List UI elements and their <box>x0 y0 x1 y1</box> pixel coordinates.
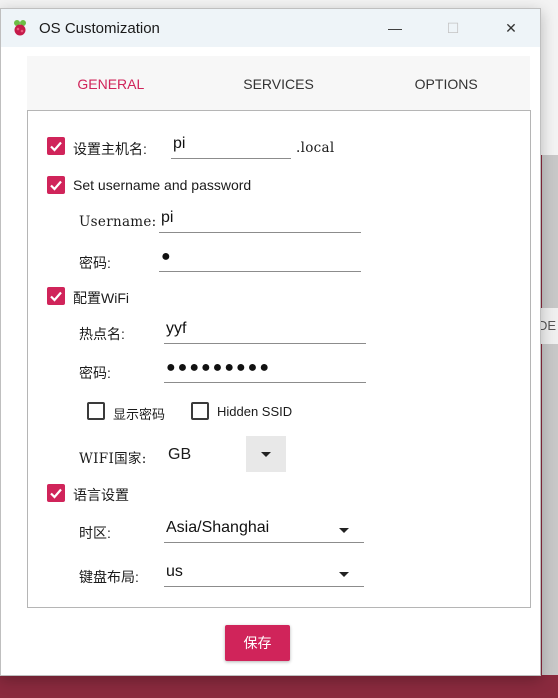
os-customization-dialog: OS Customization — ☐ ✕ GENERAL SERVICES … <box>0 8 541 676</box>
keyboard-label: 键盘布局: <box>79 569 139 585</box>
tab-options[interactable]: OPTIONS <box>362 56 530 112</box>
tab-general[interactable]: GENERAL <box>27 56 195 112</box>
hostname-suffix: .local <box>296 140 335 156</box>
locale-checkbox[interactable] <box>47 484 65 502</box>
tab-bar: GENERAL SERVICES OPTIONS <box>27 56 530 112</box>
show-password-label: 显示密码 <box>113 407 166 422</box>
ssid-label: 热点名: <box>79 326 125 342</box>
maximize-button[interactable]: ☐ <box>424 9 482 47</box>
wifi-country-select[interactable]: GB <box>168 446 191 464</box>
background-app-panel <box>542 155 558 675</box>
hidden-ssid-checkbox[interactable] <box>191 402 209 420</box>
wifi-password-input[interactable]: ●●●●●●●●● <box>164 355 366 383</box>
show-password-checkbox[interactable] <box>87 402 105 420</box>
configure-wifi-checkbox[interactable] <box>47 287 65 305</box>
locale-label: 语言设置 <box>73 487 129 503</box>
raspberry-pi-app-icon <box>11 19 29 37</box>
wifi-country-dropdown-button[interactable] <box>246 436 286 472</box>
hidden-ssid-label: Hidden SSID <box>217 404 293 419</box>
save-button[interactable]: 保存 <box>225 625 290 661</box>
username-label: Username: <box>79 214 157 230</box>
hostname-checkbox[interactable] <box>47 137 65 155</box>
check-icon <box>50 291 62 302</box>
chevron-down-icon <box>339 572 349 577</box>
keyboard-select[interactable]: us <box>164 559 364 587</box>
chevron-down-icon <box>339 528 349 533</box>
timezone-label: 时区: <box>79 525 111 541</box>
general-settings-panel: 设置主机名: pi .local Set username and passwo… <box>27 110 531 608</box>
wifi-password-label: 密码: <box>79 365 111 381</box>
chevron-down-icon <box>261 451 271 457</box>
configure-wifi-label: 配置WiFi <box>73 290 129 306</box>
user-password-label: 密码: <box>79 255 111 271</box>
check-icon <box>50 141 62 152</box>
ssid-input[interactable]: yyf <box>164 316 366 344</box>
minimize-button[interactable]: — <box>366 9 424 47</box>
username-input[interactable]: pi <box>159 205 361 233</box>
timezone-select[interactable]: Asia/Shanghai <box>164 515 364 543</box>
hostname-label: 设置主机名: <box>73 141 147 157</box>
user-password-input[interactable]: ● <box>159 244 361 272</box>
tab-services[interactable]: SERVICES <box>195 56 363 112</box>
title-bar: OS Customization — ☐ ✕ <box>1 9 540 47</box>
wifi-country-label: WIFI国家: <box>79 451 147 467</box>
set-user-label: Set username and password <box>73 177 252 193</box>
set-user-checkbox[interactable] <box>47 176 65 194</box>
check-icon <box>50 488 62 499</box>
window-title: OS Customization <box>39 19 160 37</box>
hostname-input[interactable]: pi <box>171 131 291 159</box>
check-icon <box>50 180 62 191</box>
close-button[interactable]: ✕ <box>482 9 540 47</box>
